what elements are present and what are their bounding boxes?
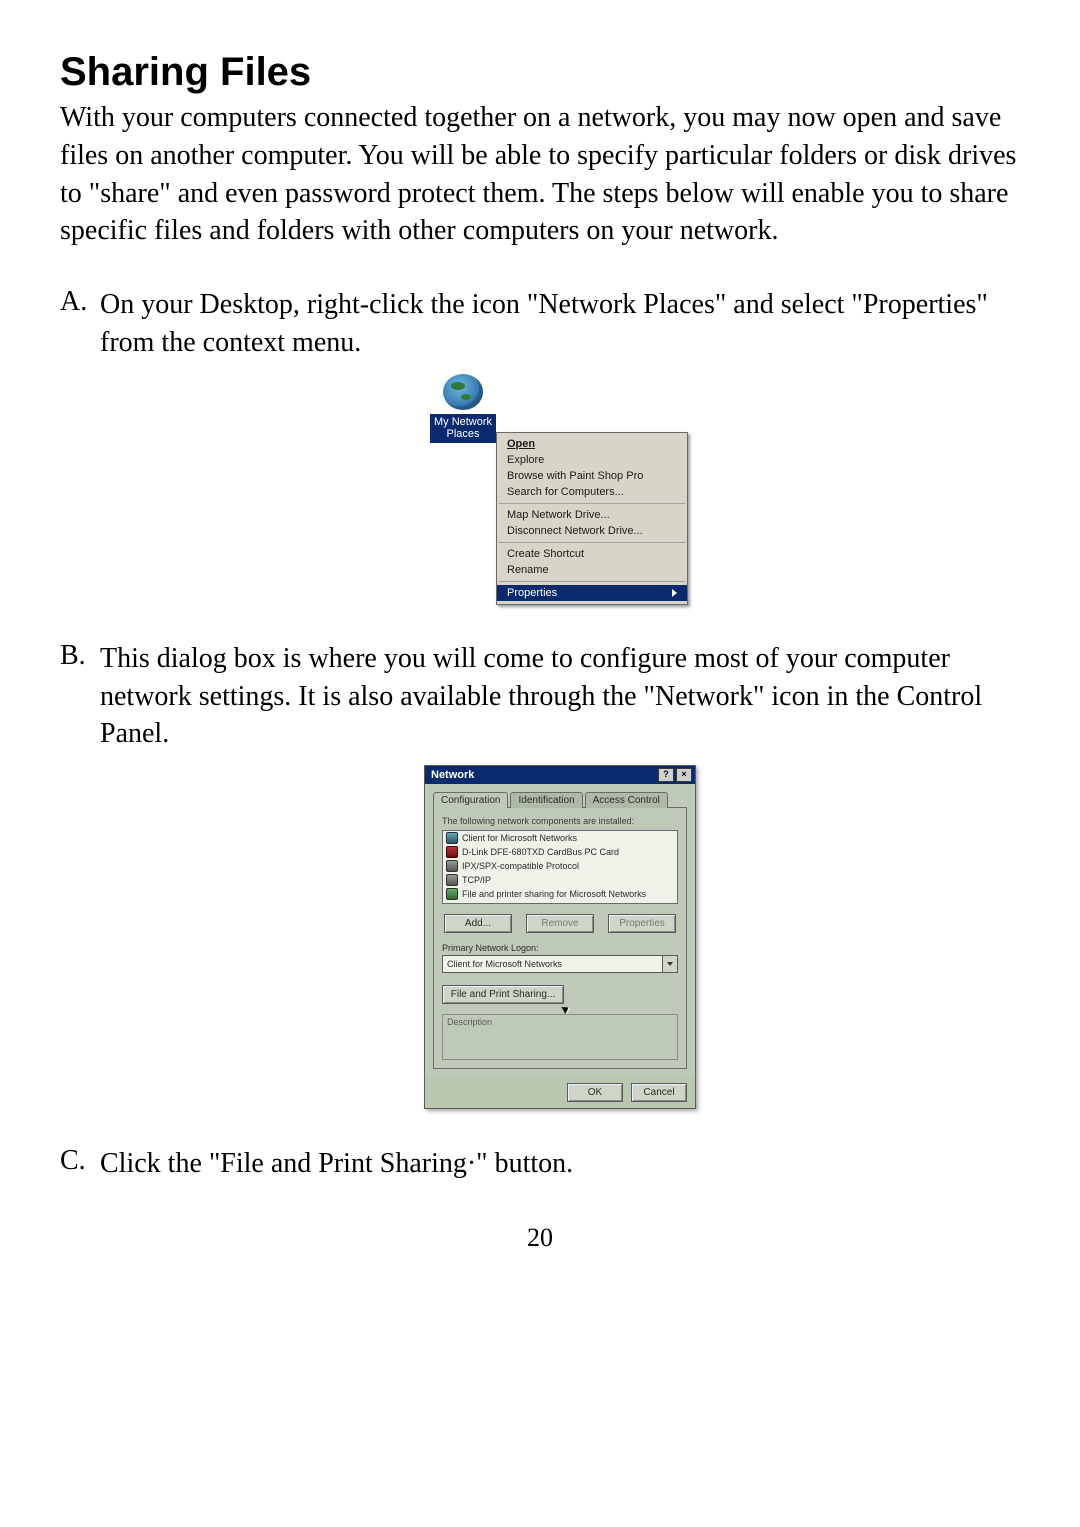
ok-button[interactable]: OK: [567, 1083, 623, 1102]
page-title: Sharing Files: [60, 50, 1020, 95]
ctx-item-open[interactable]: Open: [497, 436, 687, 452]
figure-network-dialog: Network ? × Configuration Identification…: [100, 765, 1020, 1109]
page-number: 20: [60, 1223, 1020, 1253]
primary-logon-label: Primary Network Logon:: [442, 943, 678, 953]
description-box: Description: [442, 1014, 678, 1060]
remove-button[interactable]: Remove: [526, 914, 594, 933]
ctx-item-search-computers[interactable]: Search for Computers...: [497, 484, 687, 500]
globe-icon: [443, 374, 483, 410]
tab-configuration[interactable]: Configuration: [433, 792, 508, 808]
list-item[interactable]: Client for Microsoft Networks: [443, 831, 677, 845]
step-c-label: C.: [60, 1145, 100, 1177]
list-item[interactable]: IPX/SPX-compatible Protocol: [443, 859, 677, 873]
figure-context-menu: My Network Places Open Explore Browse wi…: [100, 374, 1020, 604]
installed-components-label: The following network components are ins…: [442, 816, 678, 826]
adapter-icon: [446, 846, 458, 858]
titlebar-close-button[interactable]: ×: [676, 768, 692, 782]
primary-logon-select[interactable]: Client for Microsoft Networks: [442, 955, 678, 973]
list-item[interactable]: File and printer sharing for Microsoft N…: [443, 887, 677, 901]
protocol-icon: [446, 874, 458, 886]
tab-identification[interactable]: Identification: [510, 792, 582, 808]
ctx-item-rename[interactable]: Rename: [497, 562, 687, 578]
ctx-item-disconnect-drive[interactable]: Disconnect Network Drive...: [497, 523, 687, 539]
list-item[interactable]: D-Link DFE-680TXD CardBus PC Card: [443, 845, 677, 859]
step-b-label: B.: [60, 640, 100, 672]
step-a: A. On your Desktop, right-click the icon…: [60, 286, 1020, 604]
add-button[interactable]: Add...: [444, 914, 512, 933]
step-c-text: Click the "File and Print Sharing·" butt…: [100, 1145, 1020, 1183]
intro-paragraph: With your computers connected together o…: [60, 99, 1020, 250]
network-places-icon-label: My Network Places: [430, 414, 496, 443]
network-dialog: Network ? × Configuration Identification…: [424, 765, 696, 1109]
ctx-item-create-shortcut[interactable]: Create Shortcut: [497, 546, 687, 562]
step-b-text: This dialog box is where you will come t…: [100, 640, 1020, 753]
primary-logon-value: Client for Microsoft Networks: [443, 956, 662, 972]
list-item[interactable]: TCP/IP: [443, 873, 677, 887]
dialog-title-text: Network: [431, 769, 474, 781]
step-c: C. Click the "File and Print Sharing·" b…: [60, 1145, 1020, 1183]
tab-pane-configuration: The following network components are ins…: [433, 807, 687, 1069]
chevron-down-icon[interactable]: [662, 956, 677, 972]
service-icon: [446, 888, 458, 900]
cancel-button[interactable]: Cancel: [631, 1083, 687, 1102]
ctx-item-explore[interactable]: Explore: [497, 452, 687, 468]
document-page: Sharing Files With your computers connec…: [0, 0, 1080, 1527]
step-a-text: On your Desktop, right-click the icon "N…: [100, 286, 1020, 362]
properties-button[interactable]: Properties: [608, 914, 676, 933]
titlebar-help-button[interactable]: ?: [658, 768, 674, 782]
chevron-right-icon: [672, 589, 677, 597]
description-label: Description: [447, 1017, 492, 1027]
network-places-desktop-icon[interactable]: My Network Places: [430, 374, 496, 443]
dialog-titlebar: Network ? ×: [425, 766, 695, 784]
dialog-tabs: Configuration Identification Access Cont…: [433, 792, 687, 808]
ctx-item-properties[interactable]: Properties: [497, 585, 687, 601]
ctx-item-browse-psp[interactable]: Browse with Paint Shop Pro: [497, 468, 687, 484]
context-menu: Open Explore Browse with Paint Shop Pro …: [496, 432, 688, 605]
step-a-label: A.: [60, 286, 100, 318]
network-components-list[interactable]: Client for Microsoft Networks D-Link DFE…: [442, 830, 678, 904]
step-b: B. This dialog box is where you will com…: [60, 640, 1020, 1109]
file-print-sharing-button[interactable]: File and Print Sharing...: [442, 985, 564, 1004]
protocol-icon: [446, 860, 458, 872]
client-icon: [446, 832, 458, 844]
ctx-item-map-drive[interactable]: Map Network Drive...: [497, 507, 687, 523]
tab-access-control[interactable]: Access Control: [585, 792, 668, 808]
